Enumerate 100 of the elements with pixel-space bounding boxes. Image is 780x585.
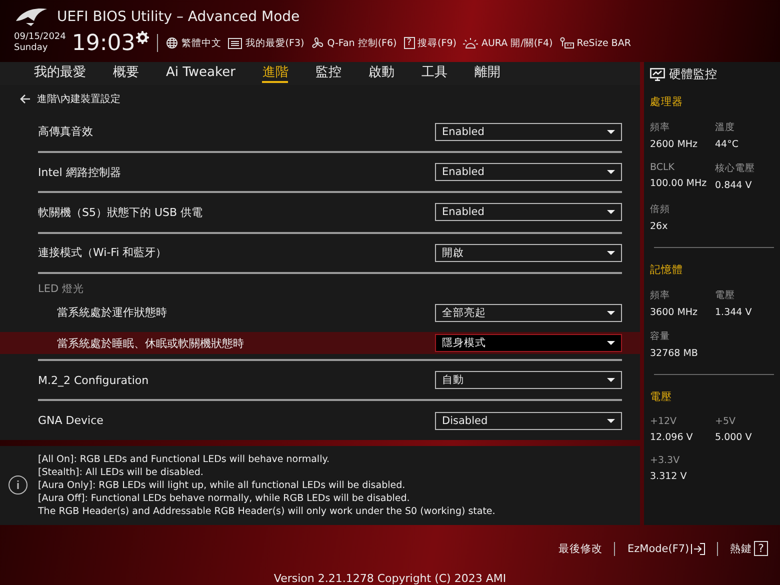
- reading-value: 1.344 V: [715, 307, 753, 318]
- version-text: Version 2.21.1278 Copyright (C) 2023 AMI: [272, 572, 508, 585]
- setting-label: 高傳真音效: [38, 124, 93, 140]
- window-title: UEFI BIOS Utility – Advanced Mode: [57, 9, 300, 25]
- toolbar-button[interactable]: 繁體中文: [166, 36, 222, 50]
- caret-icon: [607, 210, 615, 214]
- setting-label: 連接模式（Wi-Fi 和藍牙）: [38, 245, 167, 260]
- day-text: Sunday: [14, 43, 49, 54]
- menu-tab[interactable]: 進階: [262, 64, 288, 83]
- menu-tab[interactable]: 啟動: [368, 64, 394, 83]
- dropdown[interactable]: 自動: [435, 371, 622, 390]
- dropdown[interactable]: 開啟: [435, 244, 622, 262]
- monitor-title: 硬體監控: [669, 66, 717, 83]
- reading-label: 容量: [650, 330, 671, 343]
- section-heading: 處理器: [650, 95, 684, 109]
- setting-label: Intel 網路控制器: [38, 164, 121, 180]
- monitor-icon: [650, 68, 665, 81]
- setting-row[interactable]: M.2_2 Configuration 自動: [38, 370, 622, 390]
- fan-icon: [311, 36, 324, 50]
- setting-row[interactable]: Intel 網路控制器 Enabled: [38, 162, 622, 182]
- setting-row[interactable]: 軟關機（S5）狀態下的 USB 供電 Enabled: [38, 203, 622, 222]
- caret-icon: [607, 310, 615, 315]
- menu-tab[interactable]: 工具: [421, 64, 448, 83]
- setting-label: 軟關機（S5）狀態下的 USB 供電: [38, 204, 203, 220]
- menu-tab[interactable]: 離開: [474, 64, 500, 83]
- reading-value: 44°C: [715, 139, 740, 150]
- dropdown[interactable]: Disabled: [435, 412, 622, 430]
- date-text: 09/15/2024: [14, 32, 66, 43]
- caret-icon: [607, 341, 615, 345]
- toolbar-button[interactable]: Q-Fan 控制(F6): [311, 36, 397, 50]
- footer-button[interactable]: 熱鍵 ?: [730, 541, 768, 556]
- setting-label: 當系統處於睡眠、休眠或軟關機狀態時: [57, 336, 244, 350]
- setting-label: M.2_2 Configuration: [38, 374, 149, 387]
- reading-label: 頻率: [650, 121, 671, 134]
- info-icon: [8, 475, 28, 496]
- menu-tab[interactable]: 概要: [113, 64, 139, 83]
- dropdown[interactable]: Enabled: [435, 203, 622, 222]
- help-text: The RGB Header(s) and Addressable RGB Header(s) will only work under the S0 (working) state.: [38, 504, 496, 518]
- help-icon: ?: [754, 541, 768, 556]
- dropdown[interactable]: Enabled: [435, 163, 622, 182]
- caret-icon: [607, 170, 615, 174]
- menu-tab[interactable]: 監控: [315, 64, 342, 83]
- selected-setting-row[interactable]: 當系統處於睡眠、休眠或軟關機狀態時 隱身模式: [0, 332, 640, 354]
- search-icon: ?: [404, 37, 415, 49]
- reading-value: 3600 MHz: [650, 307, 699, 318]
- group-heading: LED 燈光: [38, 282, 84, 296]
- footer-button[interactable]: EzMode(F7): [627, 542, 706, 554]
- section-heading: 電壓: [650, 390, 673, 404]
- caret-icon: [607, 418, 615, 423]
- dropdown[interactable]: 全部亮起: [435, 304, 622, 322]
- menu-tab[interactable]: Ai Tweaker: [166, 64, 236, 83]
- reading-label: +3.3V: [650, 455, 681, 466]
- dropdown[interactable]: Enabled: [435, 122, 622, 141]
- help-text: [Aura Off]: Functional LEDs behave normally, while RGB LEDs will be disabled.: [38, 492, 411, 505]
- reading-value: 100.00 MHz: [650, 178, 708, 189]
- globe-icon: [166, 37, 178, 49]
- settings-icon[interactable]: [136, 31, 150, 44]
- reading-value: 12.096 V: [650, 432, 694, 443]
- reading-value: 3.312 V: [650, 471, 688, 482]
- reading-value: 26x: [650, 221, 669, 232]
- list-icon: [228, 38, 242, 48]
- setting-label: GNA Device: [38, 414, 104, 428]
- toolbar-button[interactable]: 我的最愛(F3): [228, 36, 304, 50]
- setting-row[interactable]: 高傳真音效 Enabled: [38, 122, 622, 142]
- reading-label: 電壓: [715, 289, 736, 302]
- exit-icon: [691, 542, 706, 554]
- menu-tab[interactable]: 我的最愛: [34, 64, 86, 83]
- reading-value: 5.000 V: [715, 432, 753, 443]
- reading-label: BCLK: [650, 162, 676, 173]
- toolbar-button[interactable]: AURA 開/關(F4): [463, 36, 553, 50]
- reading-label: +5V: [715, 416, 737, 427]
- reading-label: 頻率: [650, 289, 671, 302]
- dropdown[interactable]: 隱身模式: [435, 334, 622, 352]
- setting-label: 當系統處於運作狀態時: [57, 305, 167, 320]
- reading-label: 倍頻: [650, 203, 671, 216]
- reading-label: +12V: [650, 416, 678, 427]
- reading-label: 溫度: [715, 121, 736, 134]
- light-icon: [463, 36, 478, 50]
- help-text: [All On]: RGB LEDs and Functional LEDs will behave normally.: [38, 452, 330, 466]
- card-icon: [560, 36, 574, 50]
- caret-icon: [607, 378, 615, 382]
- breadcrumb-text: 進階\內建裝置設定: [37, 92, 120, 106]
- footer-button[interactable]: 最後修改: [558, 542, 602, 556]
- setting-row[interactable]: GNA Device Disabled: [38, 411, 622, 430]
- help-text: [Stealth]: All LEDs will be disabled.: [38, 466, 204, 479]
- caret-icon: [607, 250, 615, 255]
- back-arrow-icon[interactable]: [20, 94, 31, 104]
- caret-icon: [607, 130, 615, 134]
- help-text: [Aura Only]: RGB LEDs will light up, while all functional LEDs will be disabled.: [38, 478, 406, 492]
- reading-value: 0.844 V: [715, 180, 753, 191]
- clock-time: 19:03: [72, 30, 136, 56]
- setting-row[interactable]: 當系統處於運作狀態時 全部亮起: [38, 303, 622, 322]
- section-heading: 記憶體: [650, 263, 684, 277]
- logo-icon: [14, 7, 48, 27]
- reading-label: 核心電壓: [715, 162, 756, 175]
- toolbar-button[interactable]: ? 搜尋(F9): [404, 36, 456, 50]
- toolbar-button[interactable]: ReSize BAR: [560, 36, 631, 50]
- setting-row[interactable]: 連接模式（Wi-Fi 和藍牙） 開啟: [38, 244, 622, 262]
- reading-value: 32768 MB: [650, 348, 699, 359]
- reading-value: 2600 MHz: [650, 139, 699, 150]
